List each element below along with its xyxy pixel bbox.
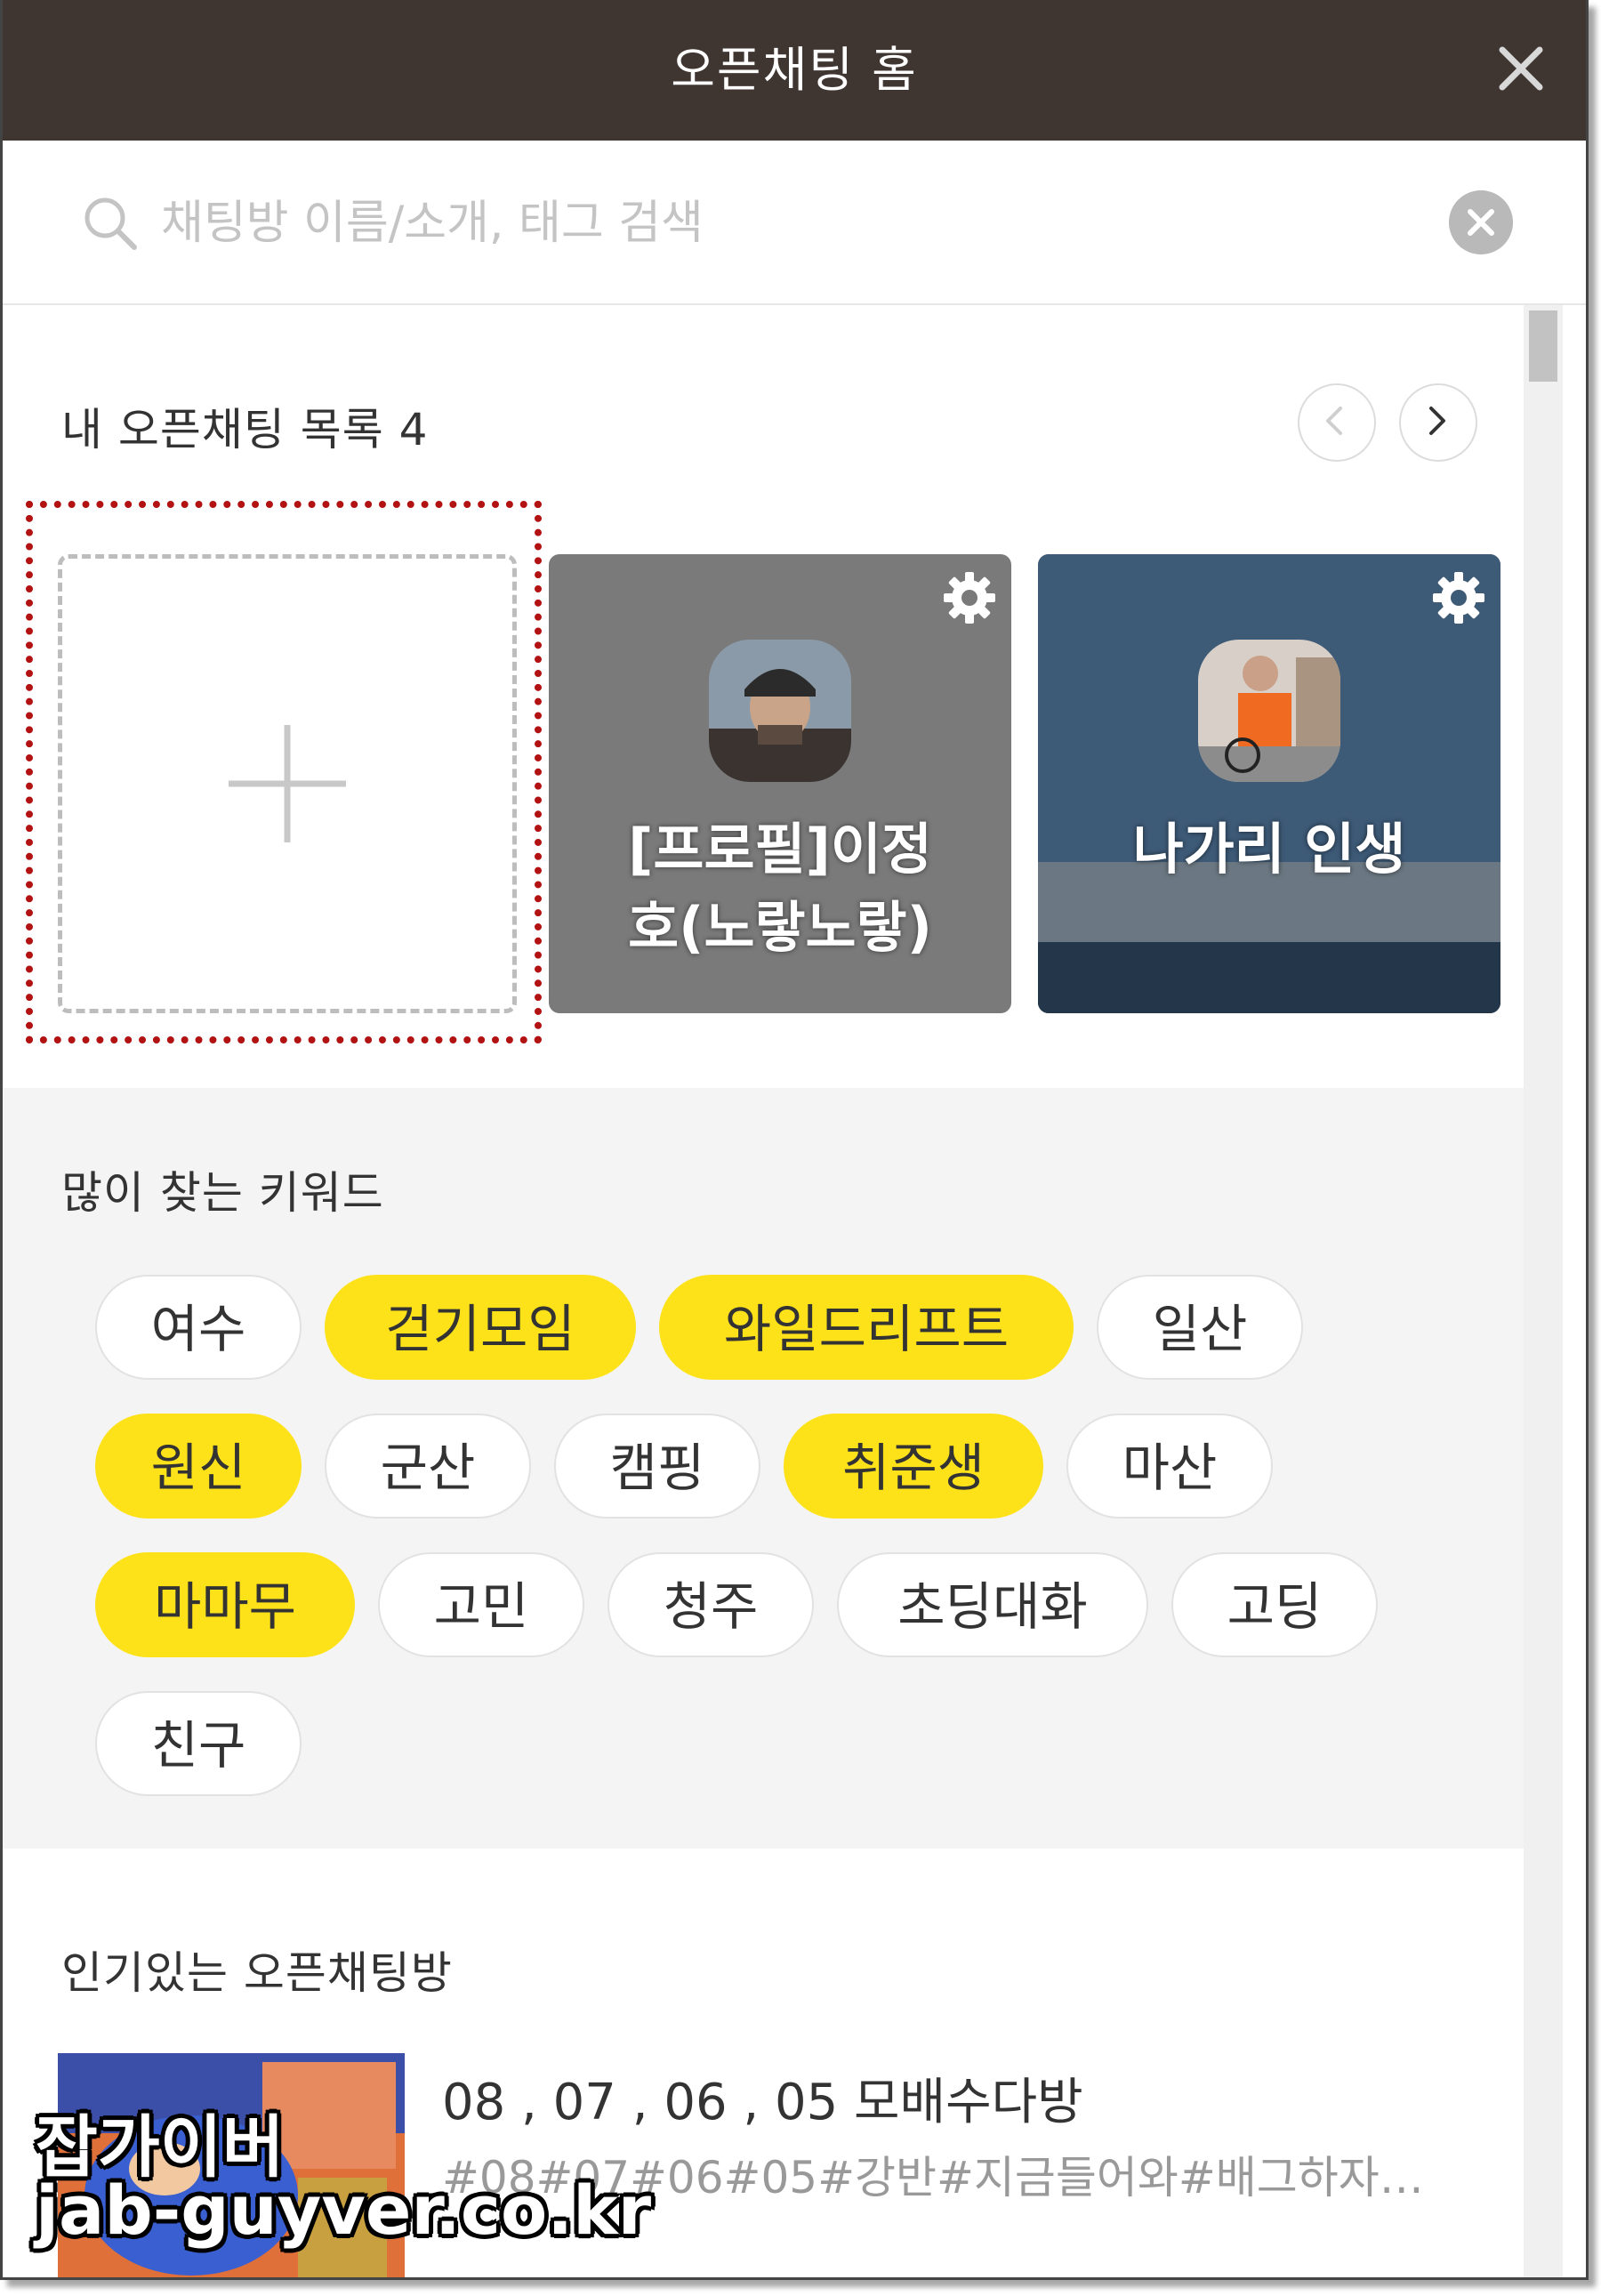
keyword-tag[interactable]: 청주 bbox=[607, 1552, 814, 1657]
search-bar bbox=[3, 141, 1586, 305]
keyword-tag[interactable]: 마마무 bbox=[95, 1552, 355, 1657]
scrollbar-thumb[interactable] bbox=[1529, 310, 1557, 382]
avatar bbox=[709, 640, 851, 782]
popular-keywords-section: 많이 찾는 키워드 여수 걷기모임 와일드리프트 일산 원신 군산 캠핑 취준생… bbox=[3, 1088, 1524, 1849]
keyword-tag[interactable]: 와일드리프트 bbox=[659, 1275, 1074, 1380]
chat-card-title-line2: 호(노랗노랗) bbox=[628, 895, 932, 960]
keywords-title: 많이 찾는 키워드 bbox=[61, 1167, 384, 1219]
window-title: 오픈채팅 홈 bbox=[671, 42, 918, 98]
chevron-left-icon bbox=[1326, 407, 1342, 435]
prev-button[interactable] bbox=[1298, 383, 1376, 462]
scrollbar[interactable] bbox=[1524, 305, 1563, 2277]
keyword-tag[interactable]: 원신 bbox=[95, 1414, 302, 1519]
gear-icon[interactable] bbox=[942, 570, 997, 625]
chat-card-nagari[interactable]: 나가리 인생 bbox=[1038, 554, 1500, 1013]
chevron-right-icon bbox=[1429, 407, 1445, 435]
gear-icon[interactable] bbox=[1431, 570, 1486, 625]
search-icon bbox=[84, 197, 137, 250]
keyword-tag[interactable]: 초딩대화 bbox=[837, 1552, 1148, 1657]
main-content: 내 오픈채팅 목록 4 [프로필]이정 호(노랗노랗) 나가리 인생 많이 찾는… bbox=[3, 305, 1524, 2277]
chat-card-title-line1: [프로필]이정 bbox=[628, 817, 932, 882]
keyword-tag[interactable]: 친구 bbox=[95, 1691, 302, 1796]
popular-title: 인기있는 오픈채팅방 bbox=[61, 1947, 453, 1999]
keyword-tag[interactable]: 여수 bbox=[95, 1275, 302, 1380]
chat-card-profile[interactable]: [프로필]이정 호(노랗노랗) bbox=[549, 554, 1011, 1013]
title-bar: 오픈채팅 홈 bbox=[3, 0, 1586, 141]
watermark-url: jab-guyver.co.kr bbox=[36, 2171, 652, 2250]
keyword-tag[interactable]: 캠핑 bbox=[554, 1414, 760, 1519]
keyword-tag[interactable]: 마산 bbox=[1066, 1414, 1273, 1519]
next-button[interactable] bbox=[1399, 383, 1477, 462]
avatar bbox=[1198, 640, 1340, 782]
create-chat-card[interactable] bbox=[58, 554, 517, 1013]
search-input[interactable] bbox=[159, 178, 1319, 269]
keyword-tag[interactable]: 군산 bbox=[325, 1414, 531, 1519]
plus-icon bbox=[229, 725, 346, 842]
keyword-tag[interactable]: 걷기모임 bbox=[325, 1275, 636, 1380]
room-name[interactable]: 08 , 07 , 06 , 05 모배수다방 bbox=[442, 2062, 1083, 2134]
my-chats-title: 내 오픈채팅 목록 4 bbox=[61, 404, 429, 455]
keyword-tag[interactable]: 고딩 bbox=[1171, 1552, 1378, 1657]
keyword-tag[interactable]: 고민 bbox=[378, 1552, 584, 1657]
close-icon[interactable] bbox=[1492, 39, 1550, 98]
clear-search-icon[interactable] bbox=[1449, 190, 1513, 254]
keyword-tag[interactable]: 일산 bbox=[1097, 1275, 1303, 1380]
chat-card-title: 나가리 인생 bbox=[1132, 817, 1406, 882]
my-open-chat-section: 내 오픈채팅 목록 4 [프로필]이정 호(노랗노랗) 나가리 인생 bbox=[3, 305, 1524, 1088]
open-chat-window: 오픈채팅 홈 내 오픈채팅 목록 4 bbox=[0, 0, 1589, 2280]
keyword-tag[interactable]: 취준생 bbox=[784, 1414, 1043, 1519]
